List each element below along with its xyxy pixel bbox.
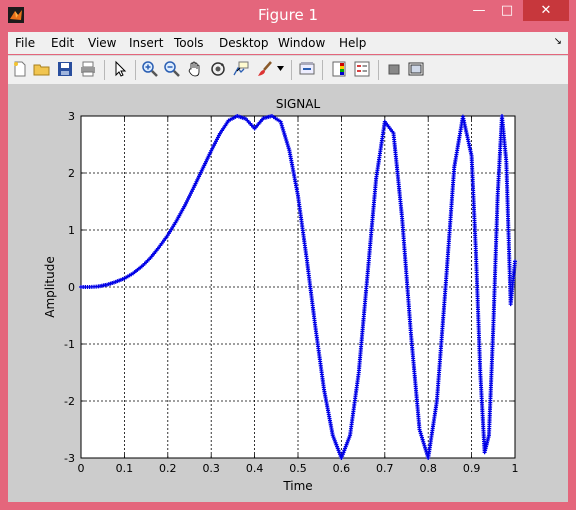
x-tick-label: 0.1 [116, 462, 134, 475]
menu-insert[interactable]: Insert [129, 36, 163, 50]
menu-bar: File Edit View Insert Tools Desktop Wind… [8, 32, 568, 54]
edit-plot-arrow-icon[interactable] [111, 60, 129, 78]
close-button[interactable]: ✕ [523, 0, 569, 21]
y-tick-label: -1 [64, 338, 75, 351]
toolbar-separator [322, 60, 323, 80]
zoom-in-icon[interactable] [141, 60, 159, 78]
maximize-button[interactable]: □ [494, 0, 520, 21]
y-axis-label: Amplitude [43, 256, 57, 318]
toolbar-separator [135, 60, 136, 80]
link-plot-icon[interactable] [298, 60, 316, 78]
x-tick-label: 1 [512, 462, 519, 475]
signal-plot[interactable]: 0 0.1 0.2 0.3 0.4 0.5 0.6 0.7 0.8 0.9 1 3 2 1 0 -1 -2 -3 S… [8, 84, 568, 502]
pan-hand-icon[interactable] [186, 60, 204, 78]
y-tick-label: 1 [68, 224, 75, 237]
x-tick-label: 0 [78, 462, 85, 475]
x-tick-label: 0.3 [202, 462, 220, 475]
data-cursor-icon[interactable] [232, 60, 250, 78]
figure-window: Figure 1 — □ ✕ File Edit View Insert Too… [0, 0, 576, 510]
minimize-button[interactable]: — [466, 0, 492, 21]
x-tick-label: 0.2 [159, 462, 177, 475]
new-figure-icon[interactable] [11, 60, 29, 78]
x-tick-label: 0.9 [463, 462, 481, 475]
toolbar-separator [104, 60, 105, 80]
menu-tools[interactable]: Tools [174, 36, 204, 50]
menu-help[interactable]: Help [339, 36, 366, 50]
zoom-out-icon[interactable] [163, 60, 181, 78]
x-tick-label: 0.4 [246, 462, 264, 475]
chart-title: SIGNAL [276, 97, 321, 111]
x-tick-label: 0.5 [289, 462, 307, 475]
toolbar-separator [291, 60, 292, 80]
toolbar-separator [378, 60, 379, 80]
title-bar[interactable]: Figure 1 — □ ✕ [0, 0, 576, 31]
menu-window[interactable]: Window [278, 36, 325, 50]
menu-edit[interactable]: Edit [51, 36, 74, 50]
insert-legend-icon[interactable] [353, 60, 371, 78]
rotate-3d-icon[interactable] [209, 60, 227, 78]
insert-colorbar-icon[interactable] [330, 60, 348, 78]
brush-dropdown-icon[interactable] [277, 66, 284, 72]
open-file-icon[interactable] [33, 60, 51, 78]
y-tick-label: -2 [64, 395, 75, 408]
figure-toolbar [8, 55, 568, 85]
print-icon[interactable] [79, 60, 97, 78]
x-tick-label: 0.8 [419, 462, 437, 475]
menu-file[interactable]: File [15, 36, 35, 50]
hide-plot-tools-icon[interactable] [385, 60, 403, 78]
y-tick-label: 0 [68, 281, 75, 294]
y-tick-label: 3 [68, 110, 75, 123]
x-tick-label: 0.7 [376, 462, 394, 475]
y-tick-label: 2 [68, 167, 75, 180]
save-icon[interactable] [56, 60, 74, 78]
x-axis-label: Time [282, 479, 312, 493]
menu-desktop[interactable]: Desktop [219, 36, 269, 50]
figure-canvas[interactable]: 0 0.1 0.2 0.3 0.4 0.5 0.6 0.7 0.8 0.9 1 3 2 1 0 -1 -2 -3 S… [8, 84, 568, 502]
show-plot-tools-icon[interactable] [407, 60, 425, 78]
dock-icon[interactable]: ↘ [554, 36, 562, 47]
y-tick-label: -3 [64, 452, 75, 465]
menu-view[interactable]: View [88, 36, 116, 50]
brush-icon[interactable] [256, 60, 274, 78]
x-tick-label: 0.6 [333, 462, 351, 475]
